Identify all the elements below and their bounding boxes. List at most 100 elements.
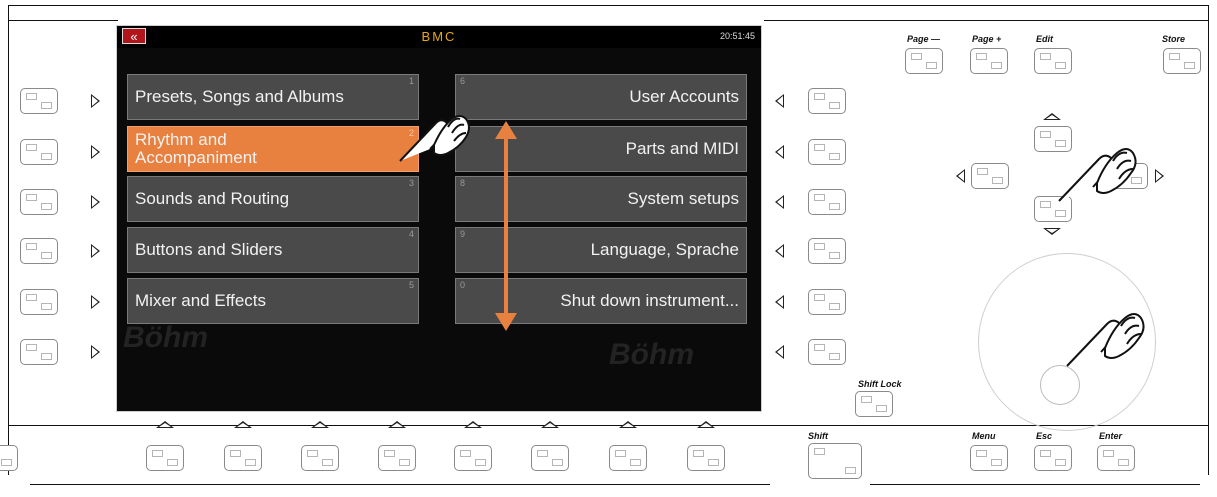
nav-left-button[interactable] xyxy=(971,163,1009,189)
left-soft-button-1[interactable] xyxy=(20,88,58,114)
bottom-soft-button-3[interactable] xyxy=(301,445,339,471)
menu-item-label: Parts and MIDI xyxy=(625,139,739,158)
menu-item-number: 4 xyxy=(408,229,414,239)
menu-button[interactable] xyxy=(970,445,1008,471)
watermark: Böhm xyxy=(609,338,694,371)
right-arrow-icon xyxy=(91,94,100,108)
nav-right-arrow-icon xyxy=(1155,169,1164,183)
left-arrow-icon xyxy=(775,195,784,209)
display-screen: « BMC 20:51:45 Böhm Böhm Presets, Songs … xyxy=(116,25,762,412)
store-label: Store xyxy=(1162,34,1186,44)
up-arrow-icon xyxy=(697,421,715,428)
left-arrow-icon xyxy=(775,94,784,108)
up-arrow-icon xyxy=(541,421,559,428)
esc-label: Esc xyxy=(1036,431,1053,441)
screen-top-bar: « BMC 20:51:45 xyxy=(117,26,761,48)
menu-item-label: Shut down instrument... xyxy=(560,291,739,310)
menu-label: Menu xyxy=(972,431,996,441)
right-arrow-icon xyxy=(91,195,100,209)
right-arrow-icon xyxy=(91,145,100,159)
page-minus-button[interactable] xyxy=(905,48,943,74)
divider-line xyxy=(8,425,1209,426)
menu-item-label: System setups xyxy=(627,189,740,208)
right-soft-button-3[interactable] xyxy=(808,189,846,215)
edit-button[interactable] xyxy=(1034,48,1072,74)
data-wheel-grip[interactable] xyxy=(1040,365,1080,405)
left-arrow-icon xyxy=(775,345,784,359)
menu-item-label: User Accounts xyxy=(629,87,739,106)
right-soft-button-2[interactable] xyxy=(808,139,846,165)
clock: 20:51:45 xyxy=(719,31,755,41)
frame-mid-line-right xyxy=(764,20,1208,21)
right-soft-button-5[interactable] xyxy=(808,289,846,315)
left-soft-button-3[interactable] xyxy=(20,189,58,215)
left-arrow-icon xyxy=(775,244,784,258)
bottom-soft-button-6[interactable] xyxy=(531,445,569,471)
menu-item-rhythm[interactable]: Rhythm and Accompaniment 2 xyxy=(127,126,419,172)
menu-item-label: Sounds and Routing xyxy=(135,189,290,208)
scroll-arrow-icon xyxy=(495,121,517,331)
left-arrow-icon xyxy=(775,145,784,159)
frame-mid-line xyxy=(8,20,118,21)
shift-lock-button[interactable] xyxy=(855,391,893,417)
menu-item-presets[interactable]: Presets, Songs and Albums 1 xyxy=(127,74,419,120)
menu-item-label: Mixer and Effects xyxy=(135,291,267,310)
page-minus-label: Page — xyxy=(907,34,941,44)
page-plus-button[interactable] xyxy=(970,48,1008,74)
menu-item-number: 0 xyxy=(460,280,466,290)
left-soft-button-6[interactable] xyxy=(20,339,58,365)
right-arrow-icon xyxy=(91,345,100,359)
screen-title: BMC xyxy=(421,29,457,44)
left-soft-button-4[interactable] xyxy=(20,238,58,264)
menu-item-user-accounts[interactable]: User Accounts 6 xyxy=(455,74,747,120)
menu-item-buttons[interactable]: Buttons and Sliders 4 xyxy=(127,227,419,273)
bottom-soft-button-5[interactable] xyxy=(454,445,492,471)
right-soft-button-1[interactable] xyxy=(808,88,846,114)
bottom-soft-button-1[interactable] xyxy=(146,445,184,471)
edit-label: Edit xyxy=(1036,34,1053,44)
menu-item-label: Buttons and Sliders xyxy=(135,240,283,259)
page-plus-label: Page + xyxy=(972,34,1002,44)
menu-item-mixer[interactable]: Mixer and Effects 5 xyxy=(127,278,419,324)
right-soft-button-4[interactable] xyxy=(808,238,846,264)
up-arrow-icon xyxy=(464,421,482,428)
frame-bottom-line-right xyxy=(870,484,1200,485)
nav-down-arrow-icon xyxy=(1043,228,1061,235)
bottom-soft-button-7[interactable] xyxy=(609,445,647,471)
up-arrow-icon xyxy=(156,421,174,428)
hand-pointer-icon xyxy=(1066,313,1145,367)
edge-button-bottom-left[interactable] xyxy=(0,445,18,471)
menu-item-number: 6 xyxy=(460,76,466,86)
nav-up-arrow-icon xyxy=(1043,113,1061,120)
left-soft-button-5[interactable] xyxy=(20,289,58,315)
bottom-soft-button-8[interactable] xyxy=(687,445,725,471)
hand-pointer-icon xyxy=(399,115,470,162)
frame-top-line xyxy=(8,5,1209,6)
bottom-soft-button-2[interactable] xyxy=(224,445,262,471)
right-arrow-icon xyxy=(91,295,100,309)
up-arrow-icon xyxy=(388,421,406,428)
watermark: Böhm xyxy=(123,321,208,354)
frame-left-line xyxy=(8,5,9,475)
left-arrow-icon xyxy=(775,295,784,309)
shift-label: Shift xyxy=(808,431,828,441)
up-arrow-icon xyxy=(619,421,637,428)
store-button[interactable] xyxy=(1163,48,1201,74)
bottom-soft-button-4[interactable] xyxy=(378,445,416,471)
right-arrow-icon xyxy=(91,244,100,258)
hand-pointer-icon xyxy=(1058,148,1137,202)
shift-lock-label: Shift Lock xyxy=(858,379,902,389)
frame-bottom-line-left xyxy=(30,484,770,485)
frame-right-line xyxy=(1208,5,1209,475)
right-soft-button-6[interactable] xyxy=(808,339,846,365)
left-soft-button-2[interactable] xyxy=(20,139,58,165)
esc-button[interactable] xyxy=(1034,445,1072,471)
enter-button[interactable] xyxy=(1097,445,1135,471)
menu-item-number: 5 xyxy=(408,280,414,290)
shift-button[interactable] xyxy=(808,443,862,479)
up-arrow-icon xyxy=(234,421,252,428)
enter-label: Enter xyxy=(1099,431,1123,441)
menu-item-label: Presets, Songs and Albums xyxy=(135,87,344,106)
menu-item-sounds[interactable]: Sounds and Routing 3 xyxy=(127,176,419,222)
menu-item-label: Rhythm and Accompaniment xyxy=(135,130,257,167)
